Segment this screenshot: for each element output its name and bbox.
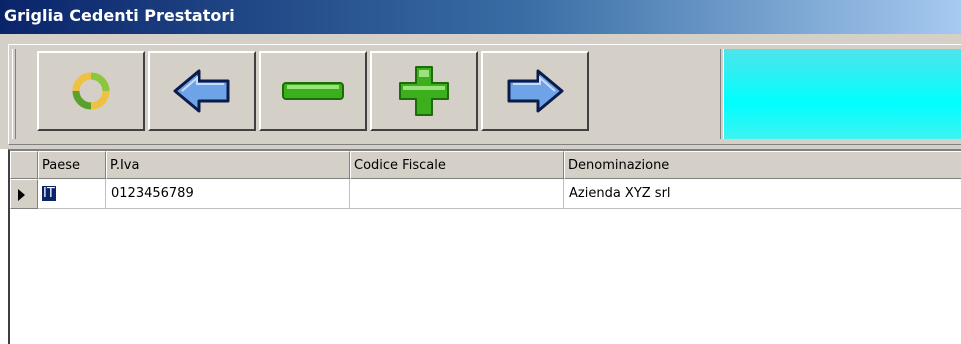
column-header-denominazione[interactable]: Denominazione [564, 151, 961, 179]
minus-icon [282, 82, 344, 100]
row-indicator[interactable] [10, 179, 38, 209]
column-header-piva[interactable]: P.Iva [106, 151, 350, 179]
arrow-right-icon [507, 69, 564, 113]
refresh-button[interactable] [37, 51, 145, 131]
cell-paese-value: IT [42, 186, 56, 201]
next-button[interactable] [481, 51, 589, 131]
column-header-codice-fiscale[interactable]: Codice Fiscale [350, 151, 564, 179]
cell-piva[interactable]: 0123456789 [106, 179, 350, 209]
cell-codice-fiscale[interactable] [350, 179, 564, 209]
toolbar-color-band [724, 49, 961, 139]
toolbar [8, 44, 961, 145]
current-row-pointer-icon [18, 189, 25, 201]
previous-button[interactable] [148, 51, 256, 131]
window-title: Griglia Cedenti Prestatori [4, 6, 235, 25]
toolbar-grip[interactable] [12, 49, 16, 139]
cell-denominazione[interactable]: Azienda XYZ srl [564, 179, 961, 209]
window-titlebar: Griglia Cedenti Prestatori [0, 0, 961, 34]
table-row[interactable]: IT 0123456789 Azienda XYZ srl [10, 179, 961, 209]
toolbar-area [0, 34, 961, 149]
arrow-left-icon [173, 69, 230, 113]
column-header-paese[interactable]: Paese [38, 151, 106, 179]
header-indicator-cell [10, 151, 38, 179]
add-button[interactable] [370, 51, 478, 131]
plus-icon [399, 66, 449, 116]
data-grid[interactable]: Paese P.Iva Codice Fiscale Denominazione… [8, 149, 961, 344]
cell-paese[interactable]: IT [38, 179, 106, 209]
refresh-icon [72, 72, 110, 110]
delete-button[interactable] [259, 51, 367, 131]
grid-header: Paese P.Iva Codice Fiscale Denominazione [10, 151, 961, 179]
